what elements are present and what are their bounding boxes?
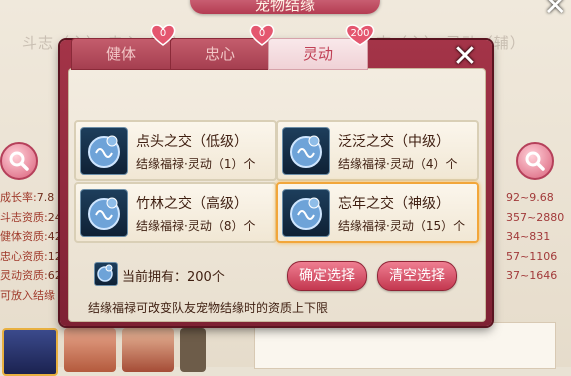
right-stat-value: 34~831 [506, 230, 551, 243]
item-name: 忘年之交（神级） [338, 196, 450, 212]
tab-label: 健体 [105, 45, 136, 63]
right-stat-value: 37~1646 [506, 269, 558, 282]
item-name: 竹林之交（高级） [136, 196, 248, 212]
item-requirement: 结缘福禄·灵动（15）个 [338, 219, 466, 233]
tab-label: 灵动 [302, 45, 333, 63]
blessing-orb-small-icon [94, 262, 118, 286]
left-stat-row: 健体资质:42 [0, 230, 62, 243]
blessing-orb-icon [282, 127, 330, 175]
left-stat-row: 斗志资质:24 [0, 210, 62, 224]
pet-portrait[interactable] [122, 328, 174, 372]
close-icon[interactable]: ✕ [448, 40, 482, 74]
confirm-selection-button[interactable]: 确定选择 [287, 261, 367, 291]
item-requirement: 结缘福禄·灵动（8）个 [136, 219, 256, 233]
blessing-orb-icon [80, 189, 128, 237]
tab-badge-count: 0 [159, 28, 167, 39]
blessing-orb-icon [282, 189, 330, 237]
heart-badge-icon: 200 [343, 23, 377, 47]
tab-badge-count: 0 [258, 28, 266, 39]
tab-lingdong[interactable]: 灵动 200 [268, 24, 375, 70]
tab-jianti[interactable]: 健体 0 [71, 24, 176, 70]
left-stat-row: 忠心资质:12 [0, 249, 62, 263]
right-stat-value: 57~1106 [506, 249, 558, 263]
item-slot-low[interactable]: 点头之交（低级） 结缘福禄·灵动（1）个 [74, 120, 277, 181]
background-close-icon[interactable]: ✕ [544, 0, 567, 20]
left-stat-row: 成长率:7.8 [0, 191, 55, 204]
right-search-icon[interactable] [516, 142, 554, 180]
owned-count-label: 当前拥有：200个 [122, 270, 225, 285]
hint-text: 结缘福禄可改变队友宠物结缘时的资质上下限 [88, 301, 329, 315]
tab-zhongxin[interactable]: 忠心 0 [170, 24, 275, 70]
item-slot-divine[interactable]: 忘年之交（神级） 结缘福禄·灵动（15）个 [276, 182, 479, 243]
left-pet-stats: 成长率:7.8 斗志资质:24 健体资质:42 忠心资质:12 灵动资质:62 … [0, 188, 62, 305]
right-stat-value: 92~9.68 [506, 191, 554, 204]
tab-label: 忠心 [204, 45, 235, 63]
pet-portrait[interactable] [180, 328, 206, 372]
item-requirement: 结缘福禄·灵动（1）个 [136, 157, 256, 171]
left-stat-row: 灵动资质:62 [0, 269, 62, 282]
left-bottom-text: 可放入结缘 [0, 288, 55, 302]
tab-badge-count: 200 [350, 28, 370, 39]
left-search-icon[interactable] [0, 142, 38, 180]
item-slot-mid[interactable]: 泛泛之交（中级） 结缘福禄·灵动（4）个 [276, 120, 479, 181]
item-name: 点头之交（低级） [136, 134, 248, 150]
item-name: 泛泛之交（中级） [338, 134, 450, 150]
item-slot-high[interactable]: 竹林之交（高级） 结缘福禄·灵动（8）个 [74, 182, 277, 243]
pet-portrait[interactable] [2, 328, 58, 376]
background-bottom-panel [254, 322, 556, 369]
pet-portrait[interactable] [64, 328, 116, 372]
right-stat-value: 357~2880 [506, 210, 565, 224]
right-pet-stats: 92~9.68 357~2880 34~831 57~1106 37~1646 [506, 188, 564, 286]
blessing-orb-icon [80, 127, 128, 175]
clear-selection-button[interactable]: 清空选择 [377, 261, 457, 291]
item-requirement: 结缘福禄·灵动（4）个 [338, 157, 458, 171]
background-title: 宠物结缘 [190, 0, 380, 14]
